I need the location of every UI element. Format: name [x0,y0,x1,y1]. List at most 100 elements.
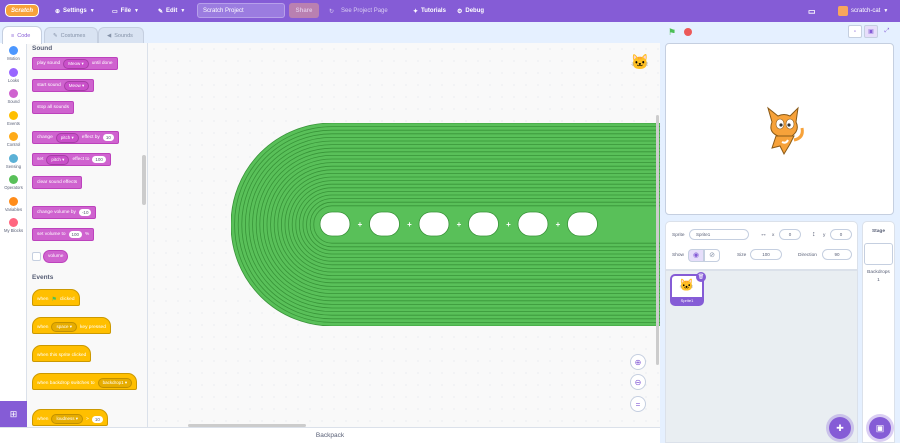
share-button[interactable]: Share [289,3,319,18]
choose-backdrop-button[interactable]: ▣ [869,417,891,439]
sprite-tile[interactable]: 🐱 Sprite1 🗑 [670,272,706,306]
key-dropdown[interactable]: space ▾ [51,322,77,332]
stage-canvas[interactable] [665,43,894,215]
small-stage-button[interactable]: ▫ [848,25,862,38]
file-menu[interactable]: ▭ File ▼ [112,0,139,22]
number-input[interactable]: -10 [78,209,92,216]
category-operators[interactable]: Operators [0,175,27,190]
category-motion[interactable]: Motion [0,46,27,61]
green-flag-icon: ⚑ [668,27,677,37]
category-my-blocks[interactable]: My Blocks [0,218,27,233]
category-events[interactable]: Events [0,110,27,126]
fullscreen-button[interactable]: ⤢ [880,25,894,38]
backpack-bar[interactable]: Backpack [0,427,660,443]
show-hidden-button[interactable]: ⊘ [704,249,720,262]
category-sound[interactable]: Sound [0,89,27,104]
block-palette: Sound play sound Meow ▾ until done start… [27,43,148,427]
backdrop-dropdown[interactable]: backdrop1 ▾ [97,378,133,388]
block-clear-sound-effects[interactable]: clear sound effects [32,176,83,189]
block-when-loudness-gt[interactable]: when loudness ▾ > 10 [32,409,108,426]
dropdown-value: backdrop1 [102,380,124,385]
sound-dropdown[interactable]: Meow ▾ [63,58,89,69]
empty-number-slot[interactable] [319,211,351,237]
category-sensing[interactable]: Sensing [0,153,27,169]
block-text: set [37,157,44,162]
block-set-effect-to[interactable]: set pitch ▾ effect to 100 [32,153,111,166]
large-stage-button[interactable]: ▣ [864,25,878,38]
block-text: effect by [81,135,100,140]
tab-costumes[interactable]: ✎ Costumes [44,27,98,44]
number-input[interactable]: 10 [91,415,103,423]
tab-sounds[interactable]: ◀ Sounds [98,27,144,44]
tab-code[interactable]: ≡ Code [2,26,42,44]
empty-number-slot[interactable] [369,211,400,237]
x-input[interactable]: 0 [779,229,801,240]
block-stop-all-sounds[interactable]: stop all sounds [32,101,74,114]
block-when-backdrop-switches[interactable]: when backdrop switches to backdrop1 ▾ [32,373,138,390]
show-visible-button[interactable]: ◉ [688,249,704,262]
empty-number-slot[interactable] [418,211,450,237]
palette-scrollbar[interactable] [142,155,146,205]
block-when-flag-clicked[interactable]: when ⚑ clicked [32,289,80,306]
number-input[interactable]: 100 [68,231,83,238]
category-dot-icon [9,110,18,120]
plus-operator-label: + [457,220,462,229]
stage-selector[interactable]: Stage Backdrops 1 [862,221,895,443]
scratch-cat-sprite[interactable] [758,104,806,158]
tutorials-button[interactable]: ✦ Tutorials [413,0,446,22]
stage-title: Stage [871,229,886,234]
zoom-in-button[interactable]: ⊕ [630,354,646,370]
edit-menu[interactable]: ✎ Edit ▼ [158,0,185,22]
operator-block-stack[interactable]: + + + + + [231,123,660,326]
workspace-vertical-scrollbar[interactable] [656,115,659,365]
extension-icon: ⊞ [9,408,18,419]
show-label: Show [672,253,684,258]
category-variables[interactable]: Variables [0,196,27,212]
number-input[interactable]: 10 [102,134,114,141]
delete-sprite-button[interactable]: 🗑 [696,272,706,282]
block-change-volume-by[interactable]: change volume by -10 [32,206,97,219]
scratch-logo[interactable]: Scratch [5,4,39,17]
my-stuff-icon[interactable]: ▭ [808,0,816,22]
y-input[interactable]: 0 [830,229,852,240]
number-input[interactable]: 100 [92,156,106,163]
sound-dropdown[interactable]: Meow ▾ [63,80,90,91]
backdrop-thumbnail[interactable] [864,243,893,265]
chevron-down-icon: ▼ [134,8,139,14]
block-play-sound-until-done[interactable]: play sound Meow ▾ until done [32,57,118,70]
empty-number-slot[interactable] [468,211,499,237]
sprite-name-input[interactable]: Sprite1 [689,229,749,240]
effect-dropdown[interactable]: pitch ▾ [55,132,79,143]
zoom-out-button[interactable]: ⊖ [630,374,646,390]
debug-button[interactable]: ⚙ Debug [457,0,484,22]
empty-number-slot[interactable] [517,211,549,237]
pencil-icon: ✎ [158,8,164,15]
category-dot-icon [9,196,18,206]
block-start-sound[interactable]: start sound Meow ▾ [32,79,95,92]
script-workspace[interactable]: + + + + + 🐱 [148,43,660,427]
block-when-key-pressed[interactable]: when space ▾ key pressed [32,317,111,334]
direction-input[interactable]: 90 [822,249,852,260]
settings-menu[interactable]: ⊕ Settings ▼ [55,0,95,22]
category-menu: Motion Looks Sound Events Control Sensing Oper… [0,43,27,401]
zoom-reset-button[interactable]: = [630,396,646,412]
category-control[interactable]: Control [0,132,27,147]
account-menu[interactable]: scratch-cat ▼ [838,0,888,22]
see-project-page-button[interactable]: ↻ See Project Page [329,0,388,22]
volume-monitor-checkbox[interactable] [32,252,41,261]
size-input[interactable]: 100 [750,249,782,260]
category-label: Sensing [5,163,22,169]
block-volume-reporter[interactable]: volume [43,250,69,263]
add-extension-button[interactable]: ⊞ [0,401,27,427]
block-change-effect-by[interactable]: change pitch ▾ effect by 10 [32,131,119,144]
green-flag-button[interactable]: ⚑ [668,27,678,37]
block-when-sprite-clicked[interactable]: when this sprite clicked [32,345,92,362]
sensor-dropdown[interactable]: loudness ▾ [51,414,83,424]
block-set-volume-to[interactable]: set volume to 100 % [32,228,95,241]
stop-button[interactable] [684,28,692,36]
choose-sprite-button[interactable]: ✚ [829,417,851,439]
project-title-input[interactable]: Scratch Project [197,3,285,18]
empty-number-slot[interactable] [567,211,598,237]
effect-dropdown[interactable]: pitch ▾ [46,154,70,165]
category-looks[interactable]: Looks [0,67,27,83]
